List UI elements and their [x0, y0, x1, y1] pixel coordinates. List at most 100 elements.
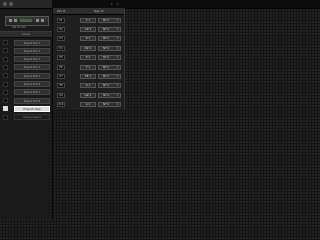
note-field[interactable]: D# 1: [80, 45, 96, 51]
pad-number: P5: [57, 55, 65, 61]
preset-item[interactable]: Program Map: [0, 105, 52, 112]
window-dot-icon[interactable]: [3, 2, 7, 6]
chevron-down-icon: ▾: [116, 74, 118, 78]
preset-item-label[interactable]: Preset Slot 7: [14, 89, 50, 96]
note-field[interactable]: C# 1: [80, 26, 96, 32]
pad-number: P4: [57, 45, 65, 51]
map-value-dropdown[interactable]: NT 0 ▾: [98, 45, 121, 51]
map-value-label: NT 0: [103, 103, 109, 107]
preset-item-label[interactable]: Preset Slot 2: [14, 47, 50, 54]
header-map-to: Map To: [94, 9, 104, 13]
preset-item[interactable]: Preset Slot 5: [0, 72, 52, 79]
chevron-down-icon: ▾: [116, 18, 118, 22]
preset-item[interactable]: Preset Slot 7: [0, 89, 52, 96]
section-header-label: Global: [21, 33, 31, 36]
map-value-label: NT 0: [103, 46, 109, 50]
preset-slot-icon[interactable]: [3, 64, 8, 70]
note-field[interactable]: G 1: [80, 83, 96, 89]
device-button-icon: [9, 19, 12, 22]
next-arrow-icon[interactable]: ›: [117, 1, 119, 6]
preset-item[interactable]: Preset Slot 4: [0, 64, 52, 71]
map-value-dropdown[interactable]: NT 0 ▾: [98, 55, 121, 61]
preset-slot-icon[interactable]: [3, 114, 8, 120]
table-header: Pad # Map To: [53, 8, 124, 15]
map-value-label: NT 0: [103, 37, 109, 41]
chevron-down-icon: ▾: [116, 56, 118, 60]
map-value-label: NT 0: [103, 18, 109, 22]
header-pad: Pad #: [57, 9, 66, 13]
note-field[interactable]: D 1: [80, 36, 96, 42]
pad-number: P7: [57, 73, 65, 79]
preset-item[interactable]: Preset Slot 1: [0, 39, 52, 46]
pad-number: P9: [57, 92, 65, 98]
preset-item[interactable]: Preset Slot 8: [0, 97, 52, 104]
preset-slot-icon[interactable]: [3, 73, 8, 79]
chevron-down-icon: ▾: [116, 103, 118, 107]
preset-slot-icon[interactable]: [3, 48, 8, 54]
chevron-down-icon: ▾: [116, 37, 118, 41]
preset-slot-icon[interactable]: [3, 98, 8, 104]
device-thumbnail[interactable]: [5, 16, 49, 26]
pad-number: P8: [57, 83, 65, 89]
preset-slot-icon[interactable]: [3, 89, 8, 95]
map-value-label: NT 0: [103, 93, 109, 97]
preset-item-label[interactable]: Preset Slot 8: [14, 97, 50, 104]
pad-number: P10: [57, 102, 65, 108]
preset-slot-icon[interactable]: [3, 40, 8, 45]
note-field[interactable]: C 1: [80, 17, 96, 23]
preset-item-label[interactable]: Preset Slot 5: [14, 72, 50, 79]
window-dot-icon[interactable]: [9, 2, 13, 6]
preset-item[interactable]: Preset Slot 2: [0, 47, 52, 54]
pad-number: P2: [57, 26, 65, 32]
note-field[interactable]: E 1: [80, 55, 96, 61]
pad-number: P3: [57, 36, 65, 42]
chevron-down-icon: ▾: [116, 65, 118, 69]
map-value-label: NT 0: [103, 74, 109, 78]
map-value-label: NT 0: [103, 84, 109, 88]
prev-arrow-icon[interactable]: ‹: [111, 1, 113, 6]
preset-item-label[interactable]: Factory Reset: [14, 114, 50, 121]
preset-slot-icon[interactable]: [3, 56, 8, 62]
device-button-icon: [41, 19, 44, 22]
map-value-dropdown[interactable]: NT 0 ▾: [98, 36, 121, 42]
table-row: P10 A 1 NT 0 ▾: [53, 99, 124, 111]
chevron-down-icon: ▾: [116, 93, 118, 97]
device-caption: GM Drums: [12, 26, 26, 29]
pad-number: P6: [57, 64, 65, 70]
map-value-label: NT 0: [103, 27, 109, 31]
map-value-dropdown[interactable]: NT 0 ▾: [98, 64, 121, 70]
preset-item-label[interactable]: Program Map: [14, 105, 50, 112]
note-field[interactable]: F# 1: [80, 73, 96, 79]
program-map-table: Pad # Map To P1 C 1 NT 0 ▾ P2 C# 1 NT 0 ▾ P3 D 1N…: [53, 8, 125, 111]
note-field[interactable]: F 1: [80, 64, 96, 70]
chevron-down-icon: ▾: [116, 27, 118, 31]
preset-item-label[interactable]: Preset Slot 1: [14, 39, 50, 46]
device-button-icon: [14, 19, 17, 22]
pad-number: P1: [57, 17, 65, 23]
section-header-global: Global: [0, 31, 52, 38]
preset-slot-icon[interactable]: [3, 81, 8, 87]
map-value-dropdown[interactable]: NT 0 ▾: [98, 26, 121, 32]
map-value-dropdown[interactable]: NT 0 ▾: [98, 92, 121, 98]
map-value-label: NT 0: [103, 56, 109, 60]
map-value-dropdown[interactable]: NT 0 ▾: [98, 102, 121, 108]
map-value-dropdown[interactable]: NT 0 ▾: [98, 83, 121, 89]
preset-item-label[interactable]: Preset Slot 6: [14, 81, 50, 87]
note-field[interactable]: A 1: [80, 102, 96, 108]
left-panel: GM Drums Global Preset Slot 1 Preset Slot…: [0, 0, 53, 219]
preset-item[interactable]: Factory Reset: [0, 114, 52, 121]
preset-item[interactable]: Preset Slot 3: [0, 56, 52, 63]
chevron-down-icon: ▾: [116, 84, 118, 88]
device-button-icon: [36, 19, 39, 22]
preset-item-label[interactable]: Preset Slot 4: [14, 64, 50, 71]
left-panel-titlebar: [0, 0, 52, 9]
map-value-label: NT 0: [103, 65, 109, 69]
preset-item-label[interactable]: Preset Slot 3: [14, 56, 50, 63]
map-value-dropdown[interactable]: NT 0 ▾: [98, 73, 121, 79]
note-field[interactable]: G# 1: [80, 92, 96, 98]
chevron-down-icon: ▾: [116, 46, 118, 50]
map-value-dropdown[interactable]: NT 0 ▾: [98, 17, 121, 23]
preset-item[interactable]: Preset Slot 6: [0, 81, 52, 88]
device-screen-icon: [20, 19, 32, 22]
preset-slot-icon[interactable]: [3, 106, 8, 112]
